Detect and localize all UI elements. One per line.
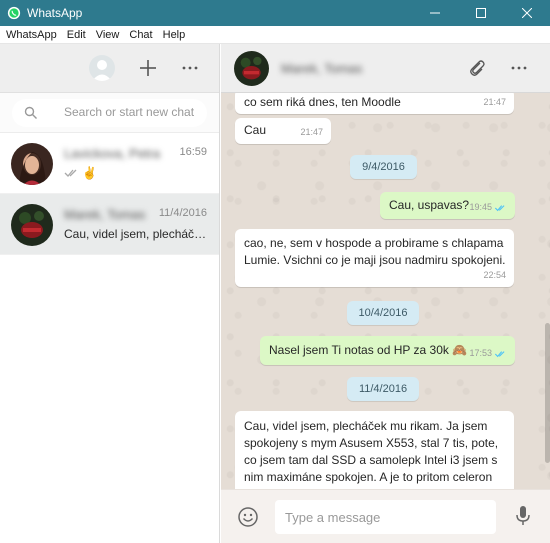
composer-bar bbox=[221, 489, 550, 543]
window-title: WhatsApp bbox=[27, 6, 83, 20]
close-button[interactable] bbox=[504, 0, 550, 26]
date-divider: 11/4/2016 bbox=[347, 377, 419, 401]
microphone-icon[interactable] bbox=[515, 505, 531, 527]
menu-chat[interactable]: Chat bbox=[129, 29, 152, 41]
message-text: Cau, uspavas? bbox=[389, 198, 470, 212]
chat-list-pane: Lavickova, Petra 16:59 ✌️ Marek, Tomas 1… bbox=[0, 44, 220, 543]
message-text: Cau, videl jsem, plecháček mu rikam. Ja … bbox=[244, 419, 499, 489]
chat-list-header bbox=[0, 44, 219, 93]
chat-preview-text: Cau, videl jsem, plecháček mu rikam. Ja … bbox=[64, 227, 208, 241]
chat-preview: ✌️ bbox=[64, 166, 208, 180]
search-box bbox=[12, 99, 207, 127]
message-text: Cau bbox=[244, 123, 267, 137]
message-text: Nasel jsem Ti notas od HP za 30k 🙈 bbox=[269, 343, 468, 357]
close-icon bbox=[522, 8, 532, 18]
message-outgoing: Cau, uspavas? 19:45 bbox=[380, 192, 515, 219]
search-input[interactable] bbox=[64, 105, 204, 119]
chat-time: 11/4/2016 bbox=[158, 207, 207, 219]
chat-item-tomas[interactable]: Marek, Tomas 11/4/2016 Cau, videl jsem, … bbox=[0, 194, 219, 255]
window-titlebar: WhatsApp bbox=[0, 0, 550, 26]
whatsapp-logo-icon bbox=[7, 6, 21, 20]
more-dots-icon bbox=[511, 66, 527, 70]
read-double-check-icon bbox=[494, 350, 505, 357]
chat-preview-text: ✌️ bbox=[82, 166, 97, 180]
contact-avatar bbox=[11, 143, 53, 185]
message-outgoing: Nasel jsem Ti notas od HP za 30k 🙈 17:53 bbox=[260, 336, 515, 365]
default-avatar-icon bbox=[92, 60, 112, 81]
message-text: cao, ne, sem v hospode a probirame s chl… bbox=[244, 236, 506, 267]
menu-view[interactable]: View bbox=[96, 29, 120, 41]
new-chat-button[interactable] bbox=[137, 57, 159, 79]
menu-bar: WhatsApp Edit View Chat Help bbox=[0, 26, 550, 44]
message-time: 17:53 bbox=[469, 348, 492, 358]
date-divider: 10/4/2016 bbox=[347, 301, 419, 325]
plus-icon bbox=[140, 60, 156, 76]
chat-name: Marek, Tomas bbox=[64, 207, 146, 222]
menu-button[interactable] bbox=[179, 57, 201, 79]
message-list[interactable]: co sem riká dnes, ten Moodle 21:47 Cau 2… bbox=[221, 93, 550, 489]
conversation-pane: Marek, Tomas co sem riká dnes, ten Moodl… bbox=[221, 44, 550, 543]
conversation-contact-name[interactable]: Marek, Tomas bbox=[281, 61, 362, 76]
minimize-icon bbox=[430, 12, 440, 14]
paperclip-icon bbox=[470, 60, 485, 76]
attach-button[interactable] bbox=[466, 57, 488, 79]
contact-avatar bbox=[11, 204, 53, 246]
message-incoming: Cau 21:47 bbox=[235, 118, 331, 144]
conversation-header: Marek, Tomas bbox=[221, 44, 550, 93]
message-input[interactable] bbox=[275, 500, 496, 534]
chat-name: Lavickova, Petra bbox=[64, 146, 161, 161]
message-time: 21:47 bbox=[483, 97, 506, 107]
message-incoming: co sem riká dnes, ten Moodle 21:47 bbox=[235, 93, 514, 114]
minimize-button[interactable] bbox=[412, 0, 458, 26]
menu-edit[interactable]: Edit bbox=[67, 29, 86, 41]
maximize-icon bbox=[476, 8, 486, 18]
double-check-icon bbox=[64, 169, 77, 177]
more-dots-icon bbox=[182, 66, 198, 70]
read-double-check-icon bbox=[494, 204, 505, 211]
menu-whatsapp[interactable]: WhatsApp bbox=[6, 29, 57, 41]
my-avatar[interactable] bbox=[89, 55, 115, 81]
message-incoming: Cau, videl jsem, plecháček mu rikam. Ja … bbox=[235, 411, 514, 489]
maximize-button[interactable] bbox=[458, 0, 504, 26]
menu-help[interactable]: Help bbox=[163, 29, 186, 41]
message-time: 19:45 bbox=[469, 202, 492, 212]
chat-item-petra[interactable]: Lavickova, Petra 16:59 ✌️ bbox=[0, 133, 219, 194]
chat-time: 16:59 bbox=[179, 146, 207, 158]
message-incoming: cao, ne, sem v hospode a probirame s chl… bbox=[235, 229, 514, 287]
message-list-scrollbar[interactable] bbox=[545, 323, 550, 463]
message-text: co sem riká dnes, ten Moodle bbox=[244, 95, 401, 109]
message-time: 21:47 bbox=[300, 127, 323, 137]
contact-avatar[interactable] bbox=[234, 51, 269, 86]
emoji-button-icon[interactable] bbox=[237, 506, 259, 528]
search-bar bbox=[0, 93, 219, 133]
message-time: 22:54 bbox=[483, 270, 506, 280]
search-icon bbox=[24, 106, 37, 119]
conversation-menu-button[interactable] bbox=[508, 57, 530, 79]
date-divider: 9/4/2016 bbox=[350, 155, 417, 179]
